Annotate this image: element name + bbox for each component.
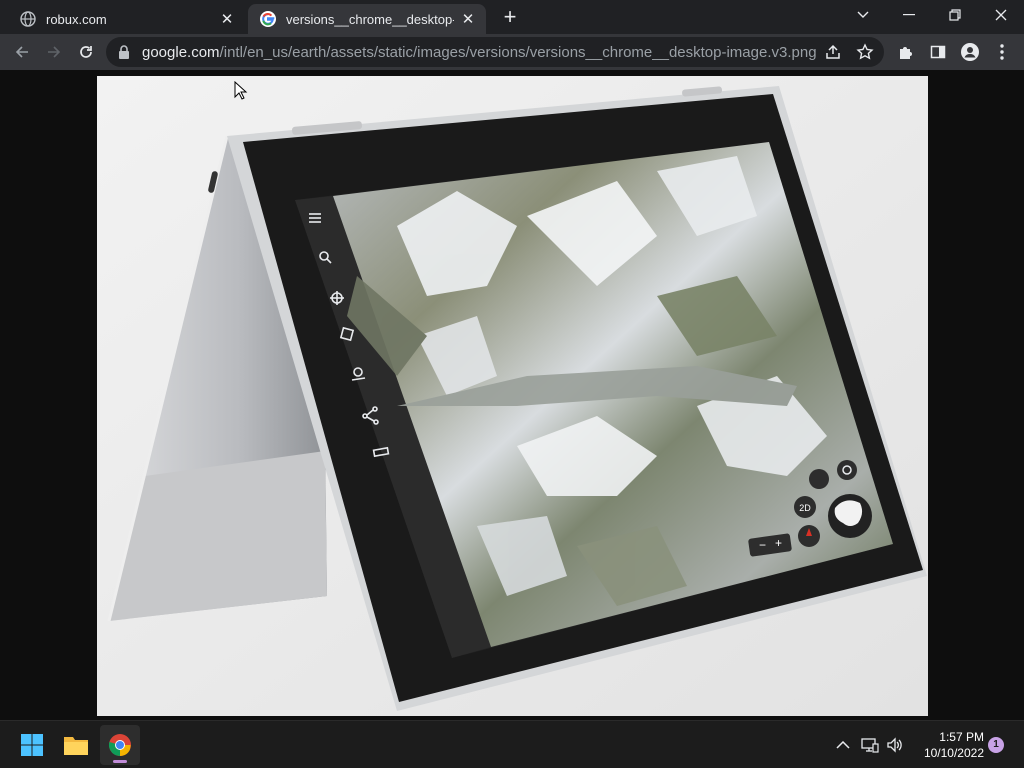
share-page-icon[interactable] [824, 43, 842, 61]
taskbar-clock[interactable]: 1:57 PM 10/10/2022 [912, 729, 984, 761]
windows-start-icon[interactable] [12, 725, 52, 765]
tray-overflow-chevron-icon[interactable] [833, 735, 853, 755]
close-tab-icon[interactable]: ✕ [460, 11, 476, 28]
tab-title: robux.com [46, 11, 107, 27]
file-explorer-icon[interactable] [56, 725, 96, 765]
active-app-indicator [113, 760, 127, 763]
address-bar[interactable]: google.com/intl/en_us/earth/assets/stati… [106, 37, 884, 67]
url-path: /intl/en_us/earth/assets/static/images/v… [219, 44, 817, 61]
tab-desktop-image[interactable]: versions__chrome__desktop-image ✕ [248, 4, 486, 34]
mouse-cursor-icon [234, 81, 248, 100]
back-button[interactable] [8, 38, 36, 66]
extensions-puzzle-icon[interactable] [892, 38, 920, 66]
chrome-icon[interactable] [100, 725, 140, 765]
tab-strip: robux.com ✕ versions__chrome__desktop-im… [0, 0, 1024, 34]
browser-toolbar: google.com/intl/en_us/earth/assets/stati… [0, 34, 1024, 70]
restore-button[interactable] [932, 0, 978, 30]
side-panel-icon[interactable] [924, 38, 952, 66]
bookmark-star-icon[interactable] [856, 43, 874, 61]
close-tab-icon[interactable]: ✕ [219, 11, 235, 28]
minimize-button[interactable] [886, 0, 932, 30]
forward-button[interactable] [40, 38, 68, 66]
profile-avatar-icon[interactable] [956, 38, 984, 66]
reload-button[interactable] [72, 38, 100, 66]
zoom-out-label: − [759, 538, 766, 552]
clock-date: 10/10/2022 [923, 746, 984, 760]
pixelbook-tent-illustration: 2D − + [97, 76, 928, 716]
notification-badge[interactable]: 1 [988, 737, 1004, 753]
tab-title: versions__chrome__desktop-image [286, 11, 454, 27]
url-host: google.com [142, 44, 220, 61]
clock-time: 1:57 PM [939, 730, 984, 744]
url-text: google.com/intl/en_us/earth/assets/stati… [142, 44, 817, 61]
street-view-button [809, 469, 829, 489]
taskbar: 1:57 PM 10/10/2022 1 [0, 720, 1024, 768]
viewed-image[interactable]: 2D − + [97, 76, 928, 716]
chrome-menu-icon[interactable] [988, 38, 1016, 66]
view-mode-label: 2D [799, 503, 811, 513]
locate-button [837, 460, 857, 480]
page-content: 2D − + [0, 70, 1024, 720]
tab-search-chevron-icon[interactable] [840, 0, 886, 30]
google-g-icon [260, 11, 276, 27]
close-window-button[interactable] [978, 0, 1024, 30]
lock-icon[interactable] [118, 45, 130, 59]
network-icon[interactable] [860, 735, 880, 755]
new-tab-button[interactable]: + [498, 6, 522, 30]
volume-icon[interactable] [885, 735, 905, 755]
zoom-in-label: + [775, 536, 782, 550]
tab-robux[interactable]: robux.com ✕ [0, 4, 245, 34]
globe-icon [20, 11, 36, 27]
